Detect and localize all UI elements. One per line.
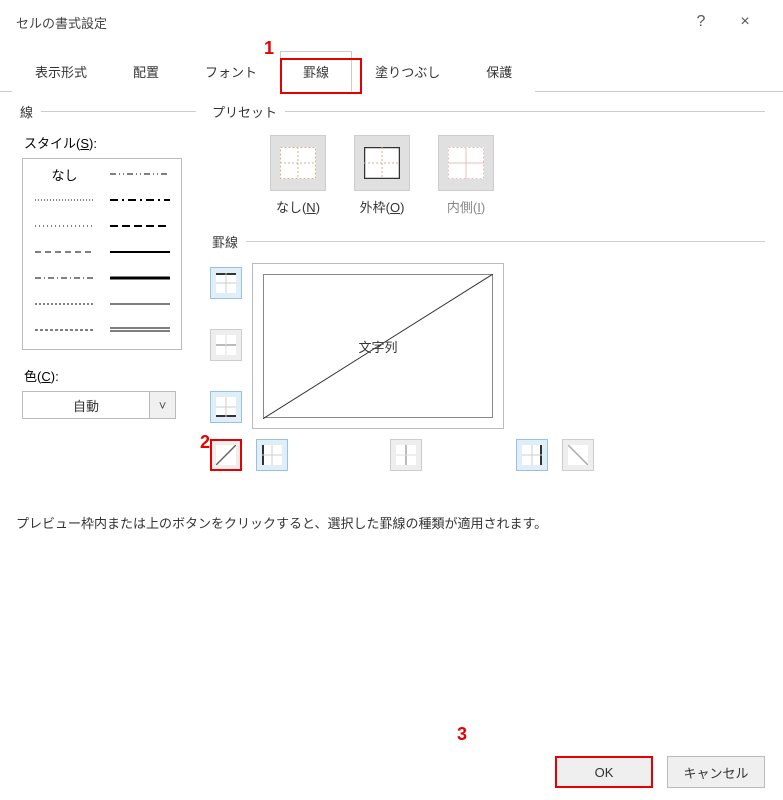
style-thick[interactable] xyxy=(102,267,177,289)
preset-none-icon xyxy=(280,147,316,179)
line-group-legend: 線 xyxy=(18,102,41,121)
tab-font[interactable]: フォント xyxy=(182,51,280,92)
style-label: スタイル(S): xyxy=(24,133,196,152)
border-hmiddle-button[interactable] xyxy=(210,329,242,361)
style-dash-dot-thick[interactable] xyxy=(102,189,177,211)
style-short-dash[interactable] xyxy=(27,319,102,341)
color-value: 自動 xyxy=(23,396,149,415)
preset-outer-button[interactable] xyxy=(354,135,410,191)
titlebar: セルの書式設定 ? × xyxy=(0,0,783,44)
preset-none-button[interactable] xyxy=(270,135,326,191)
preset-legend: プリセット xyxy=(210,102,285,121)
preset-inner-icon xyxy=(448,147,484,179)
border-diag-up-button[interactable] xyxy=(210,439,242,471)
style-none[interactable]: なし xyxy=(27,163,102,185)
border-left-button[interactable] xyxy=(256,439,288,471)
ok-button[interactable]: OK xyxy=(555,756,653,788)
tab-strip: 表示形式 配置 フォント 罫線 塗りつぶし 保護 xyxy=(0,50,783,92)
preset-outer-icon xyxy=(364,147,400,179)
style-list[interactable]: なし xyxy=(22,158,182,350)
help-button[interactable]: ? xyxy=(679,0,723,44)
border-bottom-button[interactable] xyxy=(210,391,242,423)
border-diag-down-icon xyxy=(568,445,588,465)
tab-fill[interactable]: 塗りつぶし xyxy=(352,51,463,92)
style-dot[interactable] xyxy=(27,215,102,237)
tab-number-format[interactable]: 表示形式 xyxy=(12,51,110,92)
tab-alignment[interactable]: 配置 xyxy=(110,51,182,92)
chevron-down-icon: ˅ xyxy=(149,392,175,418)
window-title: セルの書式設定 xyxy=(16,13,107,32)
preset-outer-label: 外枠(O) xyxy=(360,197,405,216)
style-dash-dot[interactable] xyxy=(27,267,102,289)
border-right-button[interactable] xyxy=(516,439,548,471)
border-top-icon xyxy=(216,273,236,293)
style-thin-solid[interactable] xyxy=(102,293,177,315)
border-diag-down-button[interactable] xyxy=(562,439,594,471)
style-dash[interactable] xyxy=(27,241,102,263)
annotation-3: 3 xyxy=(457,724,467,745)
close-button[interactable]: × xyxy=(723,0,767,44)
style-thin-thick[interactable] xyxy=(27,293,102,315)
color-label: 色(C): xyxy=(24,366,196,385)
preset-none-label: なし(N) xyxy=(276,197,320,216)
style-dash-thick[interactable] xyxy=(102,215,177,237)
border-left-icon xyxy=(262,445,282,465)
border-vmiddle-icon xyxy=(396,445,416,465)
hint-text: プレビュー枠内または上のボタンをクリックすると、選択した罫線の種類が適用されます… xyxy=(16,513,767,532)
close-icon: × xyxy=(740,13,749,31)
style-dash-dot-dot[interactable] xyxy=(102,163,177,185)
dialog-footer: OK キャンセル xyxy=(555,756,765,788)
preset-inner-button xyxy=(438,135,494,191)
style-double[interactable] xyxy=(102,319,177,341)
border-bottom-icon xyxy=(216,397,236,417)
style-medium[interactable] xyxy=(102,241,177,263)
border-top-button[interactable] xyxy=(210,267,242,299)
preset-group: プリセット なし(N) 外枠(O) xyxy=(210,102,765,220)
border-group: 罫線 文字列 xyxy=(210,232,765,471)
cancel-button[interactable]: キャンセル xyxy=(667,756,765,788)
preview-text: 文字列 xyxy=(358,337,397,356)
border-right-icon xyxy=(522,445,542,465)
border-diag-up-icon xyxy=(216,445,236,465)
border-legend: 罫線 xyxy=(210,232,246,251)
line-group: 線 スタイル(S): なし 色(C): xyxy=(18,102,196,419)
tab-border[interactable]: 罫線 xyxy=(280,51,352,92)
style-hair[interactable] xyxy=(27,189,102,211)
help-icon: ? xyxy=(697,13,706,31)
border-hmiddle-icon xyxy=(216,335,236,355)
preset-inner-label: 内側(I) xyxy=(447,197,485,216)
color-select[interactable]: 自動 ˅ xyxy=(22,391,176,419)
border-preview[interactable]: 文字列 xyxy=(252,263,504,429)
tab-protection[interactable]: 保護 xyxy=(463,51,535,92)
border-vmiddle-button[interactable] xyxy=(390,439,422,471)
